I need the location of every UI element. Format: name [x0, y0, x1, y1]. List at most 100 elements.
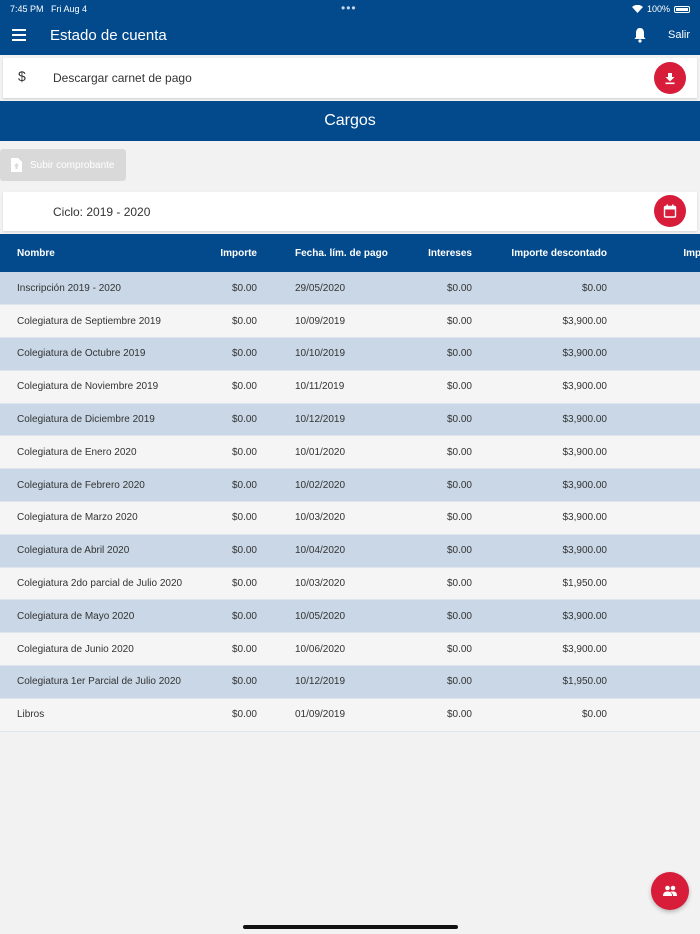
table-row[interactable]: Colegiatura de Febrero 2020 $0.00 10/02/20…	[0, 468, 700, 502]
charges-table[interactable]: Nombre Importe Fecha. lím. de pago Inter…	[0, 234, 700, 732]
cell-discounted: $3,900.00	[562, 512, 608, 524]
cell-initial: $2,600	[607, 436, 700, 469]
cell-interest: $0.00	[446, 348, 472, 360]
table-row[interactable]: Colegiatura de Junio 2020 $0.00 10/06/2020…	[0, 632, 700, 666]
download-label: Descargar carnet de pago	[53, 71, 192, 85]
cell-amount: $0.00	[231, 643, 257, 655]
cell-due-date: 10/01/2020	[295, 446, 346, 458]
table-row[interactable]: Inscripción 2019 - 2020 $0.00 29/05/2020 $0…	[0, 272, 700, 305]
cell-initial: $2,600	[607, 338, 700, 371]
cell-name: Colegiatura de Enero 2020	[17, 446, 137, 458]
cell-interest: $0.00	[446, 479, 472, 491]
multitask-dots[interactable]: •••	[341, 1, 357, 15]
hamburger-icon[interactable]	[12, 29, 26, 41]
table-row[interactable]: Colegiatura 2do parcial de Julio 2020 $0.…	[0, 567, 700, 600]
cell-name: Colegiatura de Febrero 2020	[17, 479, 145, 491]
cell-amount: $0.00	[231, 315, 257, 327]
cell-discounted: $0.00	[581, 282, 607, 294]
cell-initial: $2,600	[607, 534, 700, 567]
cell-discounted: $3,900.00	[562, 545, 608, 557]
cell-discounted: $3,900.00	[562, 446, 608, 458]
cycle-label: Ciclo: 2019 - 2020	[53, 205, 151, 219]
dollar-icon: $	[18, 68, 26, 84]
cell-amount: $0.00	[231, 512, 257, 524]
cell-interest: $0.00	[446, 315, 472, 327]
cell-initial: $4,360	[607, 698, 700, 731]
upload-receipt-button[interactable]: Subir comprobante	[0, 149, 126, 181]
cell-interest: $0.00	[446, 414, 472, 426]
cell-interest: $0.00	[446, 610, 472, 622]
cell-initial: $2,600	[607, 502, 700, 535]
table-row[interactable]: Colegiatura de Enero 2020 $0.00 10/01/2020…	[0, 435, 700, 469]
status-right: 100%	[631, 4, 690, 14]
cell-interest: $0.00	[446, 282, 472, 294]
cell-initial: $2,600	[607, 403, 700, 436]
table-row[interactable]: Colegiatura de Diciembre 2019 $0.00 10/12/…	[0, 403, 700, 436]
table-row[interactable]: Libros$0.0001/09/2019$0.00$0.00$4,360	[0, 698, 700, 732]
cell-name: Colegiatura 2do parcial de Julio 2020	[17, 578, 183, 590]
cell-discounted: $3,900.00	[562, 381, 608, 393]
cell-name: Colegiatura 1er Parcial de Julio 2020	[17, 676, 181, 688]
cell-amount: $0.00	[231, 381, 257, 393]
cell-discounted: $3,900.00	[562, 610, 608, 622]
table-row[interactable]: Colegiatura 1er Parcial de Julio 2020 $0.…	[0, 665, 700, 699]
cell-discounted: $1,950.00	[562, 578, 608, 590]
cell-discounted: $3,900.00	[562, 479, 608, 491]
cell-initial: $2,600	[607, 370, 700, 403]
app-bar: Estado de cuenta Salir	[0, 17, 700, 55]
cell-interest: $0.00	[446, 545, 472, 557]
cell-amount: $0.00	[231, 676, 257, 688]
cell-due-date: 10/12/2019	[295, 414, 346, 426]
cell-due-date: 10/10/2019	[295, 348, 346, 360]
cell-initial: $2,600	[607, 469, 700, 502]
download-icon	[665, 73, 675, 85]
cell-discounted: $0.00	[581, 709, 607, 721]
calendar-icon	[663, 204, 677, 218]
page-title: Estado de cuenta	[50, 27, 167, 44]
battery-percent: 100%	[646, 4, 670, 14]
col-header-interest: Intereses	[428, 247, 472, 259]
cell-discounted: $3,900.00	[562, 315, 608, 327]
cell-interest: $0.00	[446, 709, 472, 721]
contacts-fab[interactable]	[651, 872, 689, 910]
cell-discounted: $3,900.00	[562, 414, 608, 426]
cell-amount: $0.00	[231, 709, 257, 721]
section-title: Cargos	[0, 101, 700, 141]
cell-amount: $0.00	[231, 479, 257, 491]
cell-due-date: 29/05/2020	[295, 282, 346, 294]
cell-amount: $0.00	[231, 348, 257, 360]
col-header-amount: Importe	[220, 247, 257, 259]
cell-due-date: 10/02/2020	[295, 479, 346, 491]
cell-name: Colegiatura de Noviembre 2019	[17, 381, 159, 393]
cell-initial: $4,000	[607, 272, 700, 305]
cell-due-date: 10/03/2020	[295, 512, 346, 524]
battery-icon	[674, 5, 690, 13]
logout-button[interactable]: Salir	[668, 29, 690, 41]
table-row[interactable]: Colegiatura de Septiembre 2019 $0.00 10/09…	[0, 304, 700, 338]
table-row[interactable]: Colegiatura de Abril 2020 $0.00 10/04/2020…	[0, 534, 700, 568]
cell-amount: $0.00	[231, 414, 257, 426]
cell-initial: $1,300	[607, 666, 700, 699]
cell-due-date: 10/03/2020	[295, 578, 346, 590]
cell-due-date: 10/06/2020	[295, 643, 346, 655]
bell-icon[interactable]	[632, 27, 648, 43]
status-time: 7:45 PM Fri Aug 4	[10, 4, 88, 14]
cycle-selector[interactable]: Ciclo: 2019 - 2020	[3, 192, 697, 231]
cell-interest: $0.00	[446, 578, 472, 590]
download-button[interactable]	[654, 62, 686, 94]
cell-discounted: $1,950.00	[562, 676, 608, 688]
status-bar: 7:45 PM Fri Aug 4 ••• 100%	[0, 0, 700, 17]
table-row[interactable]: Colegiatura de Mayo 2020 $0.00 10/05/2020 $…	[0, 599, 700, 633]
home-indicator[interactable]	[243, 925, 458, 929]
table-row[interactable]: Colegiatura de Marzo 2020 $0.00 10/03/2020…	[0, 501, 700, 535]
cell-interest: $0.00	[446, 446, 472, 458]
cell-amount: $0.00	[231, 578, 257, 590]
cell-name: Colegiatura de Octubre 2019	[17, 348, 146, 360]
calendar-button[interactable]	[654, 195, 686, 227]
cell-initial: $2,600	[607, 600, 700, 633]
table-row[interactable]: Colegiatura de Octubre 2019 $0.00 10/10/20…	[0, 337, 700, 371]
upload-label: Subir comprobante	[30, 159, 115, 171]
download-payment-card[interactable]: $ Descargar carnet de pago	[3, 58, 697, 98]
cell-due-date: 10/04/2020	[295, 545, 346, 557]
table-row[interactable]: Colegiatura de Noviembre 2019 $0.00 10/11/…	[0, 370, 700, 404]
